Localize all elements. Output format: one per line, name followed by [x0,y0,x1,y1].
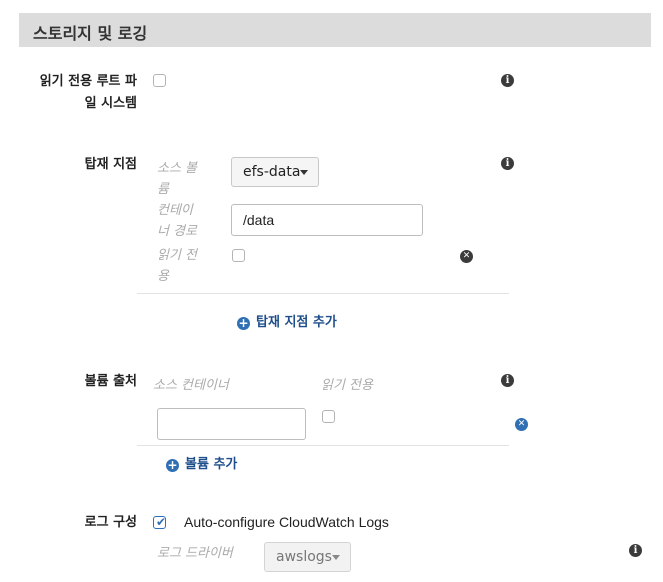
source-volume-value: efs-data [243,164,301,180]
add-mount-point-button[interactable]: + 탑재 지점 추가 [237,311,337,330]
container-path-label: 컨테이 너 경로 [157,200,197,242]
info-icon[interactable]: i [501,74,514,87]
log-configuration-label: 로그 구성 [84,515,137,530]
info-icon[interactable]: i [501,374,514,387]
add-mount-point-label: 탑재 지점 추가 [256,315,337,330]
mount-points-label: 탑재 지점 [84,157,137,172]
auto-configure-checkbox[interactable]: ✔ [153,515,167,529]
log-driver-dropdown[interactable]: awslogs [264,542,351,572]
caret-down-icon [332,555,340,560]
source-container-column-label: 소스 컨테이너 [153,378,229,393]
readonly-root-fs-label-line1: 읽기 전용 루트 파 [39,74,137,89]
remove-icon[interactable]: ✕ [460,250,473,263]
source-volume-label-line1: 소스 볼 [157,161,198,176]
readonly-root-fs-label: 읽기 전용 루트 파 일 시스템 [20,71,137,115]
caret-down-icon [300,170,308,175]
container-path-label-line2: 너 경로 [157,224,198,239]
container-path-label-line1: 컨테이 [157,203,193,218]
volumes-read-only-column-label: 읽기 전용 [321,378,373,393]
divider [137,445,509,446]
volumes-from-label: 볼륨 출처 [84,374,137,389]
plus-circle-icon: + [237,316,250,330]
add-volume-label: 볼륨 추가 [185,457,238,472]
readonly-root-fs-label-line2: 일 시스템 [84,96,137,111]
add-volume-button[interactable]: + 볼륨 추가 [166,453,237,472]
container-path-value: /data [243,212,275,228]
volumes-read-only-checkbox[interactable] [322,410,335,423]
source-container-input[interactable] [157,408,306,440]
divider [137,293,509,294]
source-volume-label: 소스 볼 륨 [157,158,197,200]
log-driver-value: awslogs [276,549,332,565]
plus-circle-icon: + [166,458,179,472]
mount-read-only-label: 읽기 전 용 [157,245,197,287]
mount-read-only-label-line1: 읽기 전 [157,248,198,263]
info-icon[interactable]: i [629,544,642,557]
mount-read-only-checkbox[interactable] [232,249,245,262]
readonly-root-fs-checkbox[interactable] [153,74,166,87]
log-driver-label: 로그 드라이버 [157,546,233,561]
auto-configure-label[interactable]: Auto-configure CloudWatch Logs [184,514,389,530]
mount-read-only-label-line2: 용 [157,269,169,284]
check-icon: ✔ [156,515,167,529]
source-volume-dropdown[interactable]: efs-data [231,157,319,187]
section-title: 스토리지 및 로깅 [33,24,148,43]
info-icon[interactable]: i [501,157,514,170]
remove-icon[interactable]: ✕ [515,418,528,431]
source-volume-label-line2: 륨 [157,182,169,197]
section-header: 스토리지 및 로깅 [19,13,651,47]
container-path-input[interactable]: /data [231,204,423,236]
